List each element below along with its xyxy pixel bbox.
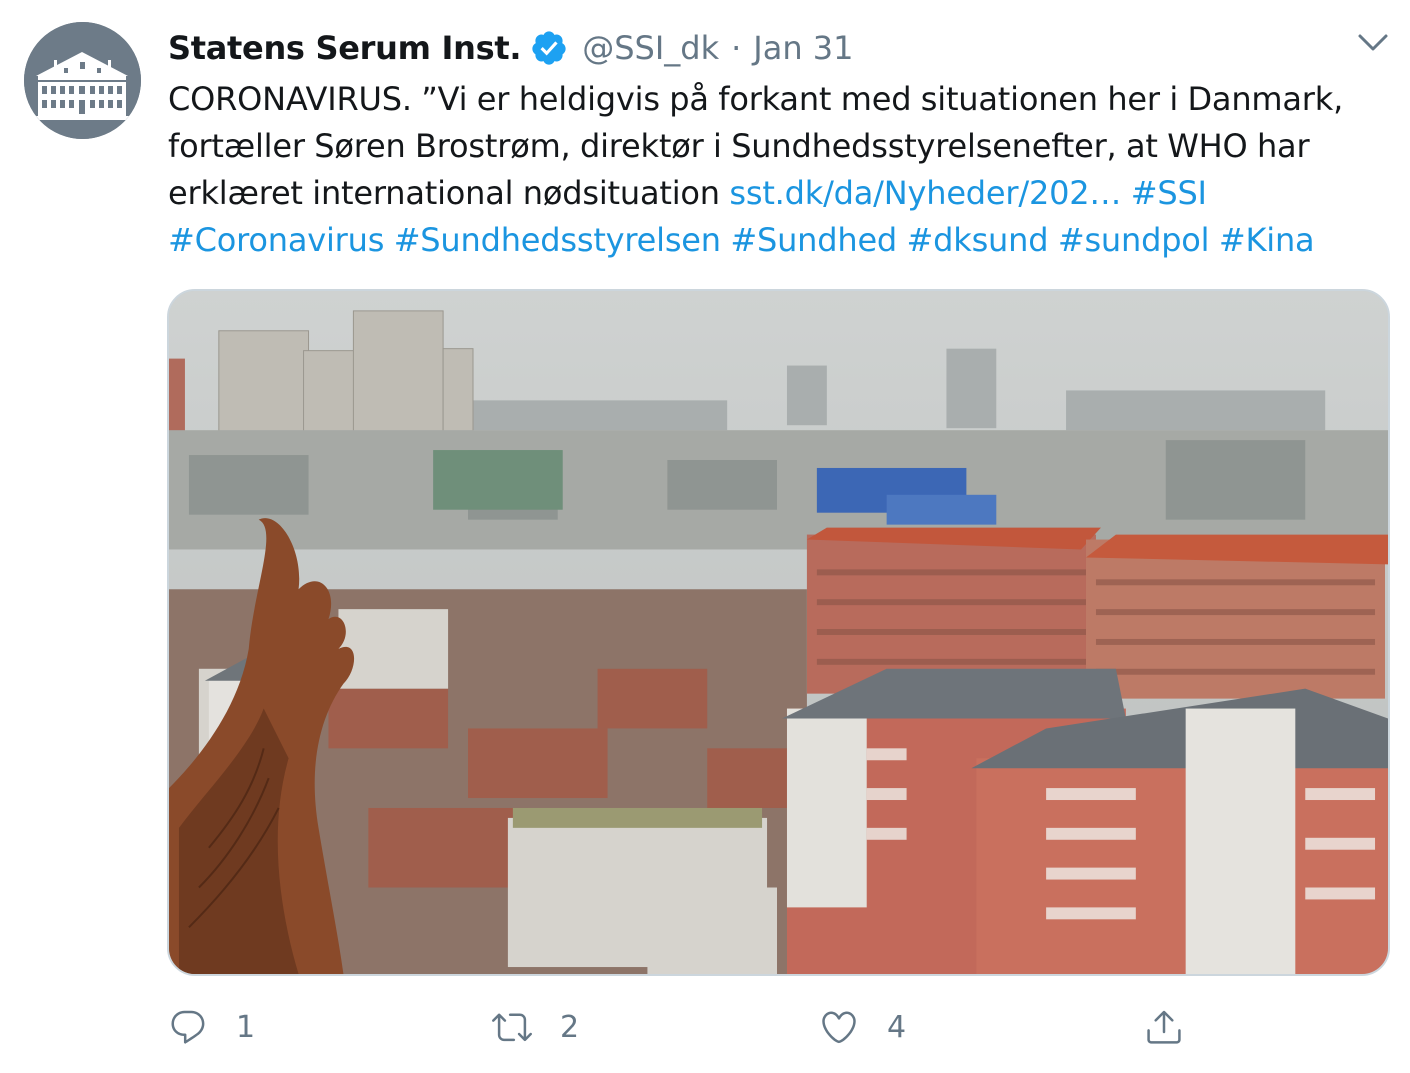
tweet[interactable]: Statens Serum Inst. @SSI_dk · Jan 31 COR… — [0, 0, 1410, 1073]
reply-button[interactable]: 1 — [168, 1002, 255, 1052]
verified-badge-icon — [532, 31, 566, 65]
author-name[interactable]: Statens Serum Inst. — [168, 26, 522, 70]
reply-count: 1 — [236, 1009, 256, 1045]
share-icon — [1147, 1010, 1181, 1044]
author-avatar[interactable] — [24, 22, 141, 139]
tweet-actions: 1 2 4 — [168, 1002, 1390, 1052]
like-button[interactable]: 4 — [819, 1002, 906, 1052]
retweet-count: 2 — [560, 1009, 580, 1045]
reply-icon — [171, 1010, 205, 1044]
hashtag-sundhed[interactable]: #Sundhed — [730, 221, 897, 259]
hashtag-coronavirus[interactable]: #Coronavirus — [168, 221, 384, 259]
header-separator: · — [731, 29, 742, 67]
hashtag-sundhedsstyrelsen[interactable]: #Sundhedsstyrelsen — [394, 221, 721, 259]
retweet-button[interactable]: 2 — [492, 1002, 579, 1052]
chevron-down-icon[interactable] — [1356, 30, 1390, 54]
tweet-media-image[interactable] — [167, 289, 1390, 976]
tweet-text: CORONAVIRUS. ”Vi er heldigvis på forkant… — [168, 76, 1388, 264]
building-logo-icon — [24, 22, 141, 139]
tweet-date[interactable]: Jan 31 — [753, 26, 853, 70]
hashtag-ssi[interactable]: #SSI — [1131, 174, 1207, 212]
hashtag-sundpol[interactable]: #sundpol — [1058, 221, 1210, 259]
hashtag-dksund[interactable]: #dksund — [907, 221, 1049, 259]
tweet-header: Statens Serum Inst. @SSI_dk · Jan 31 — [168, 26, 854, 70]
author-handle[interactable]: @SSI_dk — [582, 26, 719, 70]
share-button[interactable] — [1144, 1002, 1184, 1052]
like-count: 4 — [887, 1009, 907, 1045]
city-skyline-photo — [169, 291, 1388, 974]
tweet-link[interactable]: sst.dk/da/Nyheder/202… — [729, 174, 1121, 212]
heart-icon — [822, 1011, 856, 1044]
retweet-icon — [492, 1013, 532, 1042]
hashtag-kina[interactable]: #Kina — [1219, 221, 1315, 259]
